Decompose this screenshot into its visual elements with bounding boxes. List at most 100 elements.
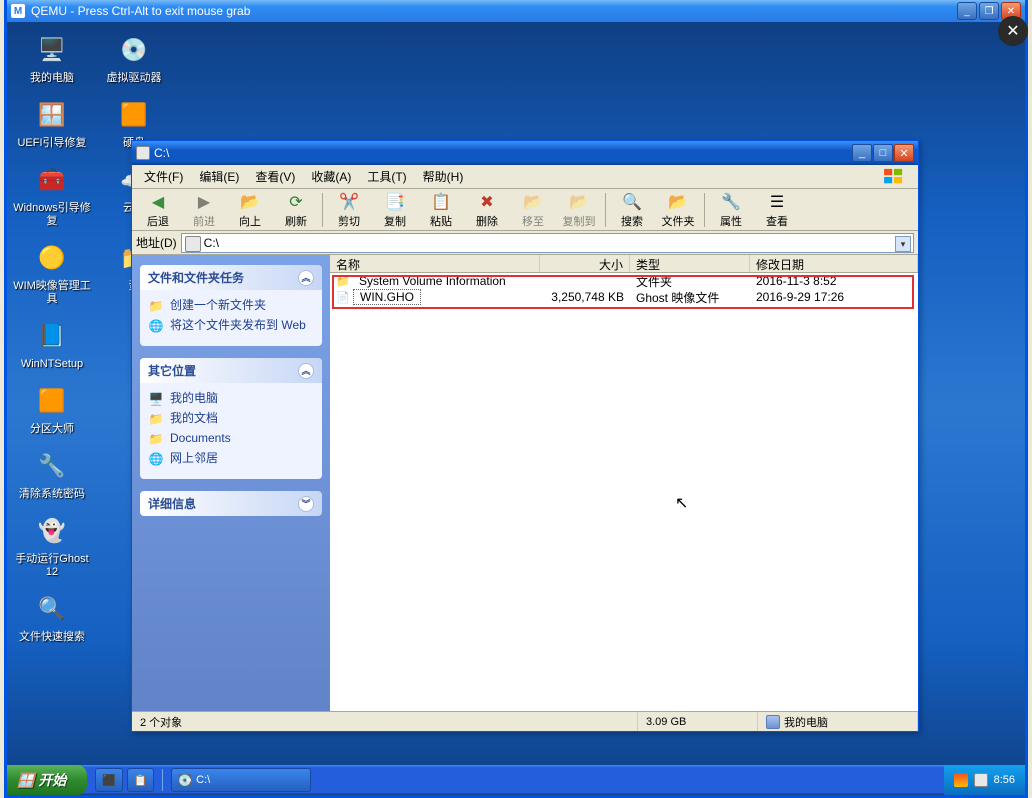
network-icon: 🌐 xyxy=(148,451,164,467)
copy-icon: 📑 xyxy=(384,191,406,213)
desktop-icon[interactable]: 🖥️我的电脑 xyxy=(13,30,91,85)
system-tray[interactable]: 8:56 xyxy=(944,765,1025,795)
menu-edit[interactable]: 编辑(E) xyxy=(191,166,247,187)
menu-tools[interactable]: 工具(T) xyxy=(359,166,414,187)
toolbar-separator xyxy=(322,193,323,227)
desktop-icon[interactable]: 👻手动运行Ghost12 xyxy=(13,511,91,579)
explorer-window: C:\ _ □ ✕ 文件(F) 编辑(E) 查看(V) 收藏(A) 工具(T) … xyxy=(131,140,919,732)
column-date[interactable]: 修改日期 xyxy=(750,255,918,272)
column-headers: 名称 大小 类型 修改日期 xyxy=(330,255,918,273)
documents-icon: 📁 xyxy=(148,431,164,447)
qemu-minimize-button[interactable]: _ xyxy=(957,2,977,20)
address-label: 地址(D) xyxy=(136,234,177,251)
folders-button[interactable]: 📂文件夹 xyxy=(656,190,700,230)
start-button[interactable]: 🪟 开始 xyxy=(7,765,87,795)
sidebar-header[interactable]: 详细信息 ︾ xyxy=(140,491,322,516)
desktop-icon[interactable]: 🔧清除系统密码 xyxy=(13,446,91,501)
desktop-icon[interactable]: 🟡WIM映像管理工具 xyxy=(13,238,91,306)
desktop-icon[interactable]: 📘WinNTSetup xyxy=(13,316,91,371)
views-button[interactable]: ☰查看 xyxy=(755,190,799,230)
drive-icon: 💽 xyxy=(178,774,192,787)
sidebar-header[interactable]: 文件和文件夹任务 ︽ xyxy=(140,265,322,290)
windows-flag-icon xyxy=(874,166,914,188)
paste-button[interactable]: 📋粘贴 xyxy=(419,190,463,230)
column-name[interactable]: 名称 xyxy=(330,255,540,272)
sidebar-item[interactable]: 🌐网上邻居 xyxy=(148,449,314,469)
desktop-icon[interactable]: 💿虚拟驱动器 xyxy=(95,30,173,85)
qemu-maximize-button[interactable]: ❐ xyxy=(979,2,999,20)
password-icon: 🔧 xyxy=(32,446,72,486)
uefi-icon: 🪟 xyxy=(32,95,72,135)
winnt-icon: 📘 xyxy=(32,316,72,356)
tray-icon[interactable] xyxy=(974,773,988,787)
xp-desktop[interactable]: 🖥️我的电脑 💿虚拟驱动器 🪟UEFI引导修复 🟧硬盘 🧰Widnows引导修复… xyxy=(7,22,1025,795)
menu-file[interactable]: 文件(F) xyxy=(136,166,191,187)
column-type[interactable]: 类型 xyxy=(630,255,750,272)
up-button[interactable]: 📂向上 xyxy=(228,190,272,230)
file-icon: 📄 xyxy=(336,290,350,304)
sidebar-item[interactable]: 📁我的文档 xyxy=(148,409,314,429)
computer-icon xyxy=(766,715,780,729)
copyto-button: 📂复制到 xyxy=(557,190,601,230)
close-button[interactable]: ✕ xyxy=(894,144,914,162)
sidebar-section-tasks: 文件和文件夹任务 ︽ 📁创建一个新文件夹 🌐将这个文件夹发布到 Web xyxy=(140,265,322,346)
delete-button[interactable]: ✖删除 xyxy=(465,190,509,230)
minimize-button[interactable]: _ xyxy=(852,144,872,162)
explorer-titlebar[interactable]: C:\ _ □ ✕ xyxy=(132,141,918,165)
desktop-icon[interactable]: 🧰Widnows引导修复 xyxy=(13,160,91,228)
toolbox-icon: 🧰 xyxy=(32,160,72,200)
ghost-icon: 👻 xyxy=(32,511,72,551)
search-button[interactable]: 🔍搜索 xyxy=(610,190,654,230)
menu-view[interactable]: 查看(V) xyxy=(247,166,303,187)
moveto-button: 📂移至 xyxy=(511,190,555,230)
clock[interactable]: 8:56 xyxy=(994,774,1015,786)
quick-launch: ⬛ 📋 💽C:\ xyxy=(95,765,311,795)
moveto-icon: 📂 xyxy=(522,191,544,213)
address-bar: 地址(D) xyxy=(132,231,918,255)
copy-button[interactable]: 📑复制 xyxy=(373,190,417,230)
computer-icon: 🖥️ xyxy=(32,30,72,70)
sidebar-item[interactable]: 📁Documents xyxy=(148,429,314,449)
maximize-button[interactable]: □ xyxy=(873,144,893,162)
chevron-down-icon: ︾ xyxy=(298,496,314,512)
table-row[interactable]: 📄WIN.GHO 3,250,748 KB Ghost 映像文件 2016-9-… xyxy=(330,289,918,305)
overlay-close-button[interactable]: ✕ xyxy=(998,16,1028,46)
quick-launch-item[interactable]: 📋 xyxy=(127,768,155,792)
sidebar-item[interactable]: 📁创建一个新文件夹 xyxy=(148,296,314,316)
tray-icon[interactable] xyxy=(954,773,968,787)
menu-favorites[interactable]: 收藏(A) xyxy=(303,166,359,187)
file-rows[interactable]: 📁System Volume Information 文件夹 2016-11-3… xyxy=(330,273,918,711)
clipboard-icon: 📋 xyxy=(430,191,452,213)
drive-icon xyxy=(136,146,150,160)
table-row[interactable]: 📁System Volume Information 文件夹 2016-11-3… xyxy=(330,273,918,289)
properties-button[interactable]: 🔧属性 xyxy=(709,190,753,230)
search-file-icon: 🔍 xyxy=(32,589,72,629)
sidebar-item[interactable]: 🖥️我的电脑 xyxy=(148,389,314,409)
refresh-icon: ⟳ xyxy=(285,191,307,213)
sidebar-item[interactable]: 🌐将这个文件夹发布到 Web xyxy=(148,316,314,336)
back-arrow-icon: ◀ xyxy=(147,191,169,213)
desktop-icon[interactable]: 🔍文件快速搜索 xyxy=(13,589,91,644)
refresh-button[interactable]: ⟳刷新 xyxy=(274,190,318,230)
cut-button[interactable]: ✂️剪切 xyxy=(327,190,371,230)
wim-icon: 🟡 xyxy=(32,238,72,278)
explorer-body: 文件和文件夹任务 ︽ 📁创建一个新文件夹 🌐将这个文件夹发布到 Web 其它位置… xyxy=(132,255,918,711)
sidebar-header[interactable]: 其它位置 ︽ xyxy=(140,358,322,383)
column-size[interactable]: 大小 xyxy=(540,255,630,272)
qemu-titlebar[interactable]: M QEMU - Press Ctrl-Alt to exit mouse gr… xyxy=(7,0,1025,22)
disc-icon: 💿 xyxy=(114,30,154,70)
desktop-icon[interactable]: 🪟UEFI引导修复 xyxy=(13,95,91,150)
taskbar: 🪟 开始 ⬛ 📋 💽C:\ 8:56 xyxy=(7,765,1025,795)
menu-help[interactable]: 帮助(H) xyxy=(415,166,472,187)
taskbar-task[interactable]: 💽C:\ xyxy=(171,768,311,792)
back-button[interactable]: ◀后退 xyxy=(136,190,180,230)
qemu-title-text: QEMU - Press Ctrl-Alt to exit mouse grab xyxy=(31,4,250,18)
explorer-window-controls: _ □ ✕ xyxy=(852,144,914,162)
forward-button: ▶前进 xyxy=(182,190,226,230)
properties-icon: 🔧 xyxy=(720,191,742,213)
quick-launch-item[interactable]: ⬛ xyxy=(95,768,123,792)
address-input[interactable] xyxy=(181,233,914,253)
desktop-icon[interactable]: 🟧分区大师 xyxy=(13,381,91,436)
status-size: 3.09 GB xyxy=(638,712,758,731)
new-folder-icon: 📁 xyxy=(148,298,164,314)
